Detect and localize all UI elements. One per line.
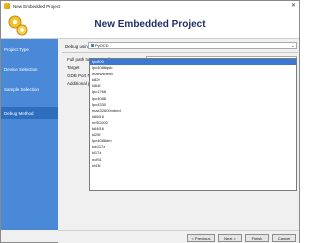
finish-button[interactable]: Finish bbox=[245, 234, 269, 242]
window-title: New Embedded Project bbox=[13, 3, 61, 9]
debug-method-select[interactable]: PyOCD ⌄ bbox=[88, 42, 297, 49]
previous-button[interactable]: < Previous bbox=[187, 234, 215, 242]
target-label: Target bbox=[67, 65, 80, 70]
cancel-button[interactable]: Cancel bbox=[272, 234, 296, 242]
title-bar: New Embedded Project ✕ bbox=[1, 1, 299, 11]
target-dropdown-list[interactable]: lpc800 lpc4088qsb maxwsnenv k82f kl64f l… bbox=[89, 58, 297, 191]
list-item[interactable]: kl43f bbox=[90, 163, 296, 169]
wizard-sidebar: Project Type Device Selection Sample Sel… bbox=[1, 39, 58, 230]
sidebar-item-debug-method[interactable]: Debug Method bbox=[1, 107, 58, 119]
sidebar-item-device-selection[interactable]: Device Selection bbox=[1, 63, 58, 75]
wizard-header: New Embedded Project bbox=[1, 11, 299, 39]
next-button[interactable]: Next > bbox=[218, 234, 242, 242]
divider bbox=[62, 52, 298, 53]
close-icon[interactable]: ✕ bbox=[291, 2, 296, 9]
debug-method-value: PyOCD bbox=[95, 43, 109, 48]
sidebar-item-sample-selection[interactable]: Sample Selection bbox=[1, 83, 58, 95]
wizard-footer: < Previous Next > Finish Cancel bbox=[58, 230, 299, 243]
wizard-window: New Embedded Project ✕ New Embedded Proj… bbox=[0, 0, 300, 243]
page-heading: New Embedded Project bbox=[94, 19, 206, 30]
chevron-down-icon: ⌄ bbox=[290, 43, 295, 49]
pyocd-icon bbox=[91, 44, 94, 47]
sidebar-item-project-type[interactable]: Project Type bbox=[1, 43, 58, 55]
app-icon bbox=[4, 3, 10, 9]
